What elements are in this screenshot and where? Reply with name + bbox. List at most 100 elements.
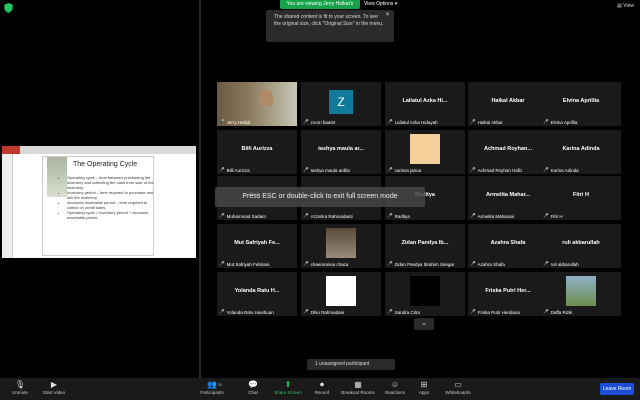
shared-screen[interactable]: The Operating Cycle Operating cycle – ti… (2, 146, 196, 258)
participant-display-name: Elvina Aprillia (562, 98, 600, 104)
participant-display-name: tashya maula ar... (318, 146, 364, 152)
participant-name-label: Yolanda Ratu Hasibuan (226, 309, 274, 315)
whiteboard-icon: ▭ (454, 380, 462, 389)
participant-tile[interactable]: Zidan Pandya Ib... 🎤 Zidan Pandya Ibrahim … (385, 224, 465, 268)
participant-name-label: Friska Putri Herdiana (477, 309, 520, 315)
slide-bullet: Operating cycle – time between purchasin… (67, 175, 157, 190)
participant-tile[interactable]: Haikal Akbar 🎤 Haikal Akbar (468, 82, 548, 126)
chat-label: Chat (248, 390, 258, 395)
participant-name-label: Mut Safriyah Febriani (226, 261, 270, 267)
participant-label: 🎤 Jerry Heikal (219, 119, 250, 125)
slide-bullets: Operating cycle – time between purchasin… (61, 175, 157, 220)
view-button[interactable]: ▤ View (617, 3, 634, 9)
participant-display-name: Yolanda Ratu H... (234, 288, 280, 294)
participant-name-label: Fitri H (550, 213, 563, 219)
chat-button[interactable]: 💬 Chat (233, 381, 273, 396)
participant-picture (326, 228, 356, 258)
record-button[interactable]: ⏺ Record (302, 380, 342, 396)
muted-mic-icon: 🎤 (470, 119, 476, 124)
participant-name-label: chaerunnisa chaca (310, 261, 349, 267)
participant-display-name: Fitri H (573, 192, 589, 198)
participant-label: 🎤 Fitri H (543, 213, 563, 219)
participant-tile[interactable]: Fitri H 🎤 Fitri H (541, 176, 621, 220)
participant-display-name: Friska Putri Her... (485, 288, 531, 294)
avatar: Z (329, 90, 353, 114)
participant-display-name: Haikal Akbar (491, 98, 525, 104)
participant-tile[interactable]: 🎤 Dhio Rahmadani (301, 272, 381, 316)
participant-tile[interactable]: Azahra Shafa 🎤 Azahra Shafa (468, 224, 548, 268)
participant-label: 🎤 Dhio Rahmadani (303, 309, 344, 315)
participant-tile[interactable]: 🎤 chaerunnisa chaca (301, 224, 381, 268)
participant-tile[interactable]: 🎤 Jerry Heikal (217, 82, 297, 126)
viewing-banner: You are viewing Jerry Helkat's screen (280, 0, 360, 16)
muted-mic-icon: 🎤 (387, 119, 393, 124)
video-camera-icon: ▶ (50, 380, 58, 389)
participant-tile[interactable]: Achmad Royhan... 🎤 Achmad Royhan Hafiz (468, 130, 548, 174)
participant-tile[interactable]: 🎤 Sandra Citra (385, 272, 465, 316)
participant-label: 🎤 Friska Putri Herdiana (470, 309, 520, 315)
participant-tile[interactable]: ruli akbarullah 🎤 ruli akbarullah (541, 224, 621, 268)
participant-label: 🎤 tashya maula ardila (303, 167, 350, 173)
record-icon: ⏺ (320, 380, 324, 389)
participant-label: 🎤 carissa janua (387, 167, 421, 173)
participant-display-name: Karina Adinda (562, 146, 600, 152)
participant-name-label: Zidan Pandya Ibrahim Siregar (394, 261, 455, 267)
participant-label: 🎤 Armelita Maharani (470, 213, 514, 219)
participant-picture (410, 276, 440, 306)
participant-tile[interactable]: Billi Aurizza 🎤 Billi Aurizza (217, 130, 297, 174)
unassigned-participants[interactable]: 1 unassigned participant (307, 359, 395, 370)
participant-tile[interactable]: Mut Safriyah Fe... 🎤 Mut Safriyah Febriani (217, 224, 297, 268)
tooltip-text: The shared content is fit to your screen… (274, 14, 384, 27)
slide: The Operating Cycle Operating cycle – ti… (42, 156, 154, 256)
participant-name-label: Jerry Heikal (226, 119, 251, 125)
participant-label: 🎤 Muhammad Sadam (219, 213, 266, 219)
participant-tile[interactable]: Elvina Aprillia 🎤 Elvina Aprillia (541, 82, 621, 126)
slide-thumbnails (2, 154, 13, 258)
close-icon[interactable]: ✕ (385, 12, 390, 19)
whiteboards-button[interactable]: ▭ Whiteboards (438, 380, 478, 396)
muted-mic-icon: 🎤 (303, 119, 309, 124)
participant-name-label: Sandra Citra (394, 309, 420, 315)
breakout-rooms-icon: ▦ (354, 380, 362, 389)
participant-label: 🎤 ruli akbarullah (543, 261, 579, 267)
participant-name-label: Lailatul Azka Hidayah (394, 119, 438, 125)
participant-display-name: Armelita Mahar... (485, 192, 531, 198)
participant-label: 🎤 chaerunnisa chaca (303, 261, 348, 267)
participant-name-label: tashya maula ardila (310, 167, 350, 173)
breakout-rooms-button[interactable]: ▦ Breakout Rooms (338, 380, 378, 396)
participant-name-label: ruli akbarullah (550, 261, 579, 267)
participant-label: 🎤 Mut Safriyah Febriani (219, 261, 269, 267)
participant-name-label: Haikal Akbar (477, 119, 503, 125)
leave-room-button[interactable]: Leave Room (600, 383, 634, 395)
muted-mic-icon: 🎤 (470, 261, 476, 266)
participant-tile[interactable]: Friska Putri Her... 🎤 Friska Putri Herdian… (468, 272, 548, 316)
participants-button[interactable]: 👥 35 Participants (192, 381, 232, 396)
muted-mic-icon: 🎤 (387, 309, 393, 314)
participant-tile[interactable]: Yolanda Ratu H... 🎤 Yolanda Ratu Hasibuan (217, 272, 297, 316)
muted-mic-icon: 🎤 (543, 309, 549, 314)
shield-icon (4, 3, 13, 13)
view-options-button[interactable]: View Options ▾ (364, 1, 397, 7)
participant-label: 🎤 Haikal Akbar (470, 119, 503, 125)
participant-tile[interactable]: 🎤 carissa janua (385, 130, 465, 174)
start-video-button[interactable]: ▶ Start Video (34, 380, 74, 396)
participant-name-label: Dhio Rahmadani (310, 309, 345, 315)
participant-tile[interactable]: Armelita Mahar... 🎤 Armelita Maharani (468, 176, 548, 220)
start-video-label: Start Video (42, 390, 66, 395)
whiteboards-label: Whiteboards (445, 390, 471, 395)
participant-display-name: ruli akbarullah (562, 240, 600, 246)
participant-name-label: Azahra Shafa (477, 261, 505, 267)
participant-tile[interactable]: 🎤 Daffa Rizki (541, 272, 621, 316)
participant-name-label: Karina Adinda (550, 167, 579, 173)
chevron-down-icon[interactable]: ⌄ (414, 318, 434, 330)
participant-tile[interactable]: Karina Adinda 🎤 Karina Adinda (541, 130, 621, 174)
participant-tile[interactable]: Lailatul Azka Hi... 🎤 Lailatul Azka Hidaya… (385, 82, 465, 126)
participant-label: 🎤 Achmad Royhan Hafiz (470, 167, 522, 173)
participant-label: 🎤 Sandra Citra (387, 309, 420, 315)
muted-mic-icon: 🎤 (387, 167, 393, 172)
muted-mic-icon: 🎤 (303, 167, 309, 172)
participant-label: 🎤 Billi Aurizza (219, 167, 250, 173)
slide-title: The Operating Cycle (73, 161, 138, 168)
participant-tile[interactable]: tashya maula ar... 🎤 tashya maula ardila (301, 130, 381, 174)
participant-tile[interactable]: Z 🎤 zoom baa04 (301, 82, 381, 126)
